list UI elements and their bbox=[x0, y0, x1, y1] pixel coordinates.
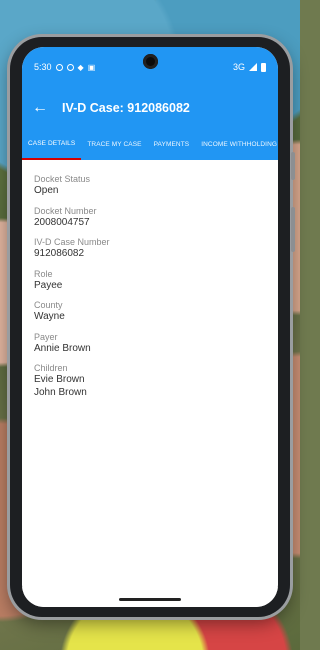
volume-button bbox=[291, 152, 295, 180]
child-name: John Brown bbox=[34, 386, 87, 398]
child-name: Evie Brown bbox=[34, 374, 85, 385]
power-button bbox=[291, 207, 295, 252]
status-bar: 5:30 ◆ ▣ 3G bbox=[22, 47, 278, 87]
docket-number-field: Docket Number 2008004757 bbox=[34, 206, 266, 230]
back-arrow-icon[interactable]: ← bbox=[32, 99, 62, 117]
save-data-icon: ▣ bbox=[87, 62, 96, 72]
field-value: Wayne bbox=[34, 311, 65, 322]
notification-icon: ◆ bbox=[77, 62, 84, 72]
page-title: IV-D Case: 912086082 bbox=[62, 101, 190, 115]
battery-icon bbox=[261, 62, 266, 72]
field-value: Annie Brown bbox=[34, 342, 91, 354]
phone-frame: 5:30 ◆ ▣ 3G ← IV-D Case: 912086082 CASE … bbox=[10, 37, 295, 617]
app-bar: ← IV-D Case: 912086082 bbox=[22, 87, 278, 129]
docket-status-field: Docket Status Open bbox=[34, 174, 266, 198]
ivd-case-number-field: IV-D Case Number 912086082 bbox=[34, 237, 266, 261]
field-value: Open bbox=[34, 185, 59, 196]
field-value: Payee bbox=[34, 279, 63, 291]
status-time: 5:30 bbox=[34, 62, 52, 72]
payer-field: Payer Annie Brown bbox=[34, 332, 266, 356]
field-label: County bbox=[34, 300, 63, 310]
tab-case-details[interactable]: CASE DETAILS bbox=[22, 129, 82, 160]
tab-bar: CASE DETAILS TRACE MY CASE PAYMENTS INCO… bbox=[22, 129, 278, 160]
clock-status-icon bbox=[55, 63, 63, 71]
county-field: County Wayne bbox=[34, 300, 266, 324]
role-field: Role Payee bbox=[34, 269, 266, 293]
field-label: Role bbox=[34, 268, 53, 279]
children-field: Children Evie Brown John Brown bbox=[34, 363, 266, 399]
phone-screen: 5:30 ◆ ▣ 3G ← IV-D Case: 912086082 CASE … bbox=[22, 47, 278, 607]
field-label: Docket Status bbox=[34, 174, 91, 184]
network-type: 3G bbox=[232, 62, 245, 72]
gesture-nav-bar bbox=[22, 587, 278, 607]
tab-payments[interactable]: PAYMENTS bbox=[148, 129, 196, 160]
field-label: Children bbox=[34, 363, 68, 373]
field-label: Payer bbox=[34, 331, 58, 342]
case-details-panel: Docket Status Open Docket Number 2008004… bbox=[22, 160, 278, 399]
field-value: 912086082 bbox=[34, 248, 85, 259]
front-camera bbox=[143, 54, 158, 69]
tab-trace-my-case[interactable]: TRACE MY CASE bbox=[81, 129, 147, 160]
field-label: Docket Number bbox=[34, 205, 97, 216]
field-value: 2008004757 bbox=[34, 216, 90, 228]
field-label: IV-D Case Number bbox=[34, 237, 110, 247]
home-handle[interactable] bbox=[119, 598, 181, 601]
shield-status-icon bbox=[66, 63, 74, 71]
signal-icon bbox=[249, 63, 257, 71]
tab-income-withholding[interactable]: INCOME WITHHOLDING bbox=[195, 129, 278, 160]
